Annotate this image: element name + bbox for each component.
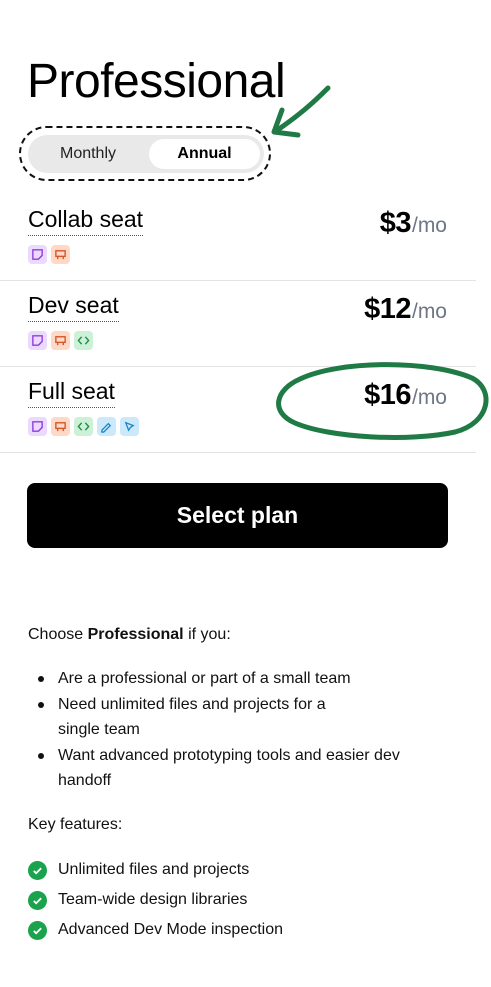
key-features-list: Unlimited files and projects Team-wide d…	[28, 855, 283, 945]
toggle-monthly[interactable]: Monthly	[32, 139, 144, 169]
feature-label: Team-wide design libraries	[58, 891, 248, 908]
seat-name[interactable]: Collab seat	[28, 204, 144, 236]
seat-product-icons	[28, 245, 70, 264]
choose-text: Choose Professional if you:	[28, 625, 231, 645]
figjam-icon	[28, 331, 47, 350]
plan-title: Professional	[27, 55, 286, 108]
list-item: Want advanced prototyping tools and easi…	[28, 743, 418, 793]
toggle-annual[interactable]: Annual	[149, 139, 260, 169]
dev-mode-icon	[74, 417, 93, 436]
slides-icon	[51, 417, 70, 436]
list-item: Are a professional or part of a small te…	[28, 666, 428, 691]
dev-mode-icon	[74, 331, 93, 350]
seat-product-icons	[28, 417, 139, 436]
seat-row-full: Full seat $16/mo	[0, 367, 476, 453]
seat-row-dev: Dev seat $12/mo	[0, 281, 476, 367]
choose-plan-name: Professional	[87, 626, 184, 643]
select-plan-button[interactable]: Select plan	[27, 483, 448, 548]
seat-price: $16/mo	[364, 377, 447, 416]
reasons-list: Are a professional or part of a small te…	[28, 666, 428, 794]
check-icon	[28, 920, 47, 940]
price-amount: $3	[379, 207, 412, 239]
figjam-icon	[28, 245, 47, 264]
slides-icon	[51, 331, 70, 350]
design-icon	[120, 417, 139, 436]
choose-prefix: Choose	[28, 626, 88, 643]
seat-product-icons	[28, 331, 93, 350]
price-unit: /mo	[411, 300, 447, 323]
feature-item: Team-wide design libraries	[28, 885, 283, 915]
billing-toggle[interactable]: Monthly Annual	[28, 135, 264, 173]
feature-item: Advanced Dev Mode inspection	[28, 915, 283, 945]
slides-icon	[51, 245, 70, 264]
price-unit: /mo	[411, 386, 447, 409]
list-item: Need unlimited files and projects for a …	[28, 692, 368, 742]
feature-label: Unlimited files and projects	[58, 861, 250, 878]
price-amount: $16	[364, 379, 411, 411]
feature-item: Unlimited files and projects	[28, 855, 283, 885]
draw-icon	[97, 417, 116, 436]
price-unit: /mo	[411, 214, 447, 237]
annotation-arrowhead	[271, 107, 301, 138]
figjam-icon	[28, 417, 47, 436]
price-amount: $12	[364, 293, 411, 325]
seat-price: $3/mo	[380, 205, 447, 244]
check-icon	[28, 860, 47, 880]
seat-row-collab: Collab seat $3/mo	[0, 195, 476, 281]
seat-name[interactable]: Dev seat	[28, 290, 119, 322]
seat-price: $12/mo	[364, 291, 447, 330]
seat-name[interactable]: Full seat	[28, 376, 115, 408]
check-icon	[28, 890, 47, 910]
feature-label: Advanced Dev Mode inspection	[58, 921, 284, 938]
choose-suffix: if you:	[183, 626, 231, 643]
key-features-title: Key features:	[28, 816, 123, 833]
